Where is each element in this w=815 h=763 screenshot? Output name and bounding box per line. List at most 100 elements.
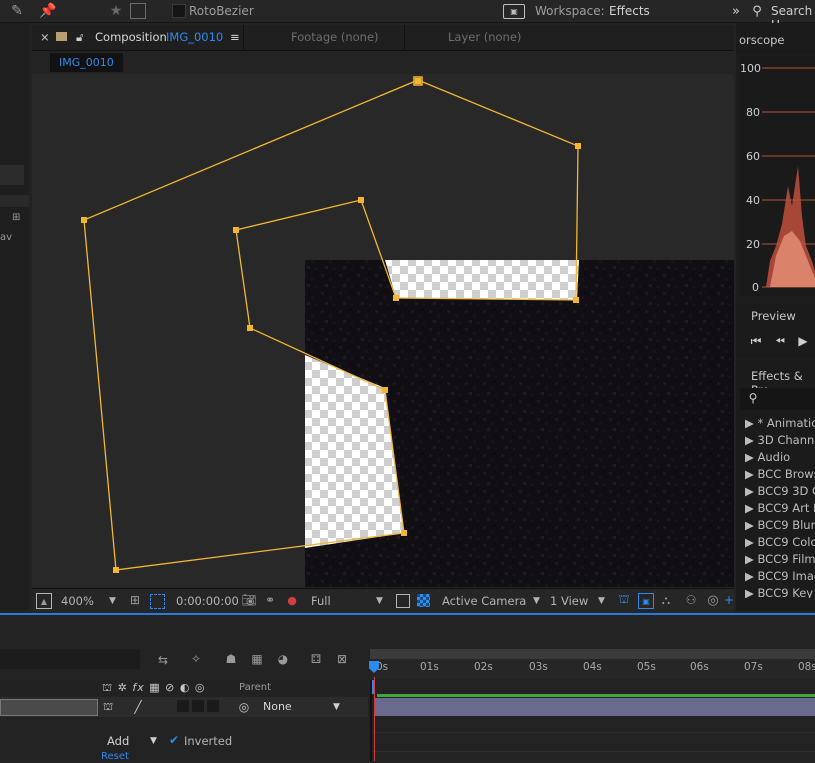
flowchart-icon[interactable]: ⚇ xyxy=(684,593,698,607)
effects-search-input[interactable]: ⚲ xyxy=(740,388,815,410)
region-of-interest-icon[interactable] xyxy=(396,594,410,608)
switch-box[interactable] xyxy=(177,700,189,712)
effects-category[interactable]: ▶ BCC9 3D Ob xyxy=(745,484,815,498)
footage-tab[interactable]: Footage (none) xyxy=(291,30,379,44)
chevron-down-icon[interactable]: ▼ xyxy=(150,736,157,746)
mask-vertex[interactable] xyxy=(573,297,579,303)
paintbrush-icon[interactable]: ✎ xyxy=(6,2,28,20)
mask-vertex[interactable] xyxy=(575,143,581,149)
timeline-search-input[interactable] xyxy=(0,649,140,669)
mask-vertex[interactable] xyxy=(401,530,407,536)
shy-icon[interactable]: ☗ xyxy=(222,651,240,667)
lock-icon[interactable]: 🔓︎ xyxy=(76,30,83,45)
work-area-bar[interactable] xyxy=(370,649,815,659)
mask-vertex[interactable] xyxy=(382,387,388,393)
effects-category[interactable]: ▶ BCC9 Art Lo xyxy=(745,501,815,515)
chevron-down-icon[interactable]: ▼ xyxy=(598,596,605,606)
effects-category[interactable]: ▶ 3D Channel xyxy=(745,433,815,447)
star-icon[interactable]: ★ xyxy=(108,2,124,20)
switch-box[interactable] xyxy=(192,700,204,712)
layer-tab[interactable]: Layer (none) xyxy=(448,30,521,44)
graph-editor-icon[interactable]: ⚃ xyxy=(307,651,325,667)
reset-link[interactable]: Reset xyxy=(101,751,129,762)
mask-vertex[interactable] xyxy=(113,567,119,573)
parent-pick-whip-icon[interactable]: ◎ xyxy=(237,700,251,714)
zoom-value[interactable]: 400% xyxy=(61,594,94,608)
workspace-select[interactable]: Effects xyxy=(609,4,650,18)
panel-menu-icon[interactable]: ≡ xyxy=(230,30,240,44)
viewer-controls-bar: ▲ 400% ▼ ⊞ 0:00:00:00 📷︎ ⚭ ● Full ▼ Acti… xyxy=(32,588,734,613)
quality-switch-icon[interactable]: ╱ xyxy=(131,700,145,714)
mask-vertex[interactable] xyxy=(393,295,399,301)
effects-category[interactable]: ▶ BCC9 Blur & xyxy=(745,518,815,532)
ruler-tick: 01s xyxy=(420,661,439,673)
channel-icon[interactable]: ● xyxy=(284,593,300,607)
effects-category[interactable]: ▶ BCC Browse xyxy=(745,467,815,481)
view-layout-select[interactable]: 1 View xyxy=(550,594,588,608)
workspace-icon[interactable]: ▣ xyxy=(503,4,525,19)
mask-row[interactable]: Add ▼ ✔ Inverted xyxy=(0,733,368,751)
effects-category[interactable]: ▶ * Animation xyxy=(745,416,815,430)
timecode[interactable]: 0:00:00:00 xyxy=(176,594,239,608)
draft-3d-icon[interactable]: ✧ xyxy=(187,651,205,667)
effects-category[interactable]: ▶ BCC9 Film S xyxy=(745,552,815,566)
composition-viewer[interactable] xyxy=(32,74,734,587)
effects-category[interactable]: ▶ BCC9 Key & xyxy=(745,586,815,598)
mask-vertex[interactable] xyxy=(81,217,87,223)
show-snapshot-icon[interactable]: ⚭ xyxy=(263,593,277,607)
ruler-tick: 02s xyxy=(474,661,493,673)
scope-title: orscope xyxy=(739,33,785,47)
timeline-divider[interactable] xyxy=(370,680,372,761)
camera-icon[interactable]: 📷︎ xyxy=(241,593,257,607)
frame-blending-icon[interactable]: ▦ xyxy=(248,651,266,667)
chevron-down-icon[interactable]: ▼ xyxy=(333,702,340,712)
parent-select[interactable]: None xyxy=(263,700,292,713)
layer-row[interactable]: ⛫ ╱ ◎ None ▼ xyxy=(0,697,368,717)
chevron-down-icon[interactable]: ▼ xyxy=(533,596,540,606)
layer-duration-bar[interactable] xyxy=(375,698,815,716)
timeline-icon[interactable]: ⛬ xyxy=(659,593,673,607)
resolution-select[interactable]: Full xyxy=(311,594,331,608)
close-icon[interactable]: × xyxy=(40,30,50,44)
hierarchy-icon[interactable]: ⊞ xyxy=(12,212,26,224)
toggle-pixel-aspect-icon[interactable]: ⛫ xyxy=(617,592,631,607)
first-frame-icon[interactable]: ⏮ xyxy=(749,334,763,348)
grid-icon[interactable]: ⊞ xyxy=(128,593,142,607)
composition-tab-name[interactable]: IMG_0010 xyxy=(166,30,223,44)
layer-name-field[interactable] xyxy=(0,699,98,716)
checkmark-icon[interactable]: ✔ xyxy=(169,733,179,747)
composition-tab-title[interactable]: Composition xyxy=(95,30,167,44)
mask-visibility-icon[interactable] xyxy=(150,594,165,609)
project-search-field[interactable] xyxy=(0,165,24,185)
composition-breadcrumb[interactable]: IMG_0010 xyxy=(50,53,123,72)
graph-icon[interactable]: ⊠ xyxy=(334,651,350,667)
rotobezier-checkbox[interactable] xyxy=(172,4,186,18)
mask-mode-select[interactable]: Add xyxy=(107,734,129,748)
plus-icon[interactable]: + xyxy=(724,593,734,607)
transparency-grid-icon[interactable] xyxy=(417,594,430,607)
motion-blur-icon[interactable]: ◕ xyxy=(274,651,292,667)
mask-vertex[interactable] xyxy=(415,78,421,84)
exposure-icon[interactable]: ◎ xyxy=(706,593,720,608)
current-time-indicator[interactable] xyxy=(374,677,375,761)
play-icon[interactable]: ▶ xyxy=(796,334,810,348)
always-preview-icon[interactable]: ▲ xyxy=(36,593,52,609)
pin-icon[interactable]: 📌 xyxy=(38,2,58,20)
mask-vertex[interactable] xyxy=(247,325,253,331)
composition-mini-flowchart-icon[interactable]: ⇆ xyxy=(154,652,172,668)
effects-category[interactable]: ▶ BCC9 Color xyxy=(745,535,815,549)
chevron-down-icon[interactable]: ▼ xyxy=(376,596,383,606)
puppet-tool-icon[interactable] xyxy=(130,3,146,19)
switch-box[interactable] xyxy=(207,700,219,712)
fast-previews-icon[interactable]: ▣ xyxy=(638,593,654,609)
shy-switch-icon[interactable]: ⛫ xyxy=(101,700,115,714)
mask-vertex[interactable] xyxy=(358,197,364,203)
chevron-double-icon[interactable]: » xyxy=(729,3,743,19)
camera-select[interactable]: Active Camera xyxy=(442,594,526,608)
previous-frame-icon[interactable]: ⏪︎ xyxy=(773,334,787,348)
effects-category[interactable]: ▶ BCC9 Image xyxy=(745,569,815,583)
mask-vertex[interactable] xyxy=(233,227,239,233)
chevron-down-icon[interactable]: ▼ xyxy=(109,596,116,606)
switches-header-icons: ⛫ ✲ fx ▦ ⊘ ◐ ◎ xyxy=(102,681,206,694)
effects-category[interactable]: ▶ Audio xyxy=(745,450,790,464)
